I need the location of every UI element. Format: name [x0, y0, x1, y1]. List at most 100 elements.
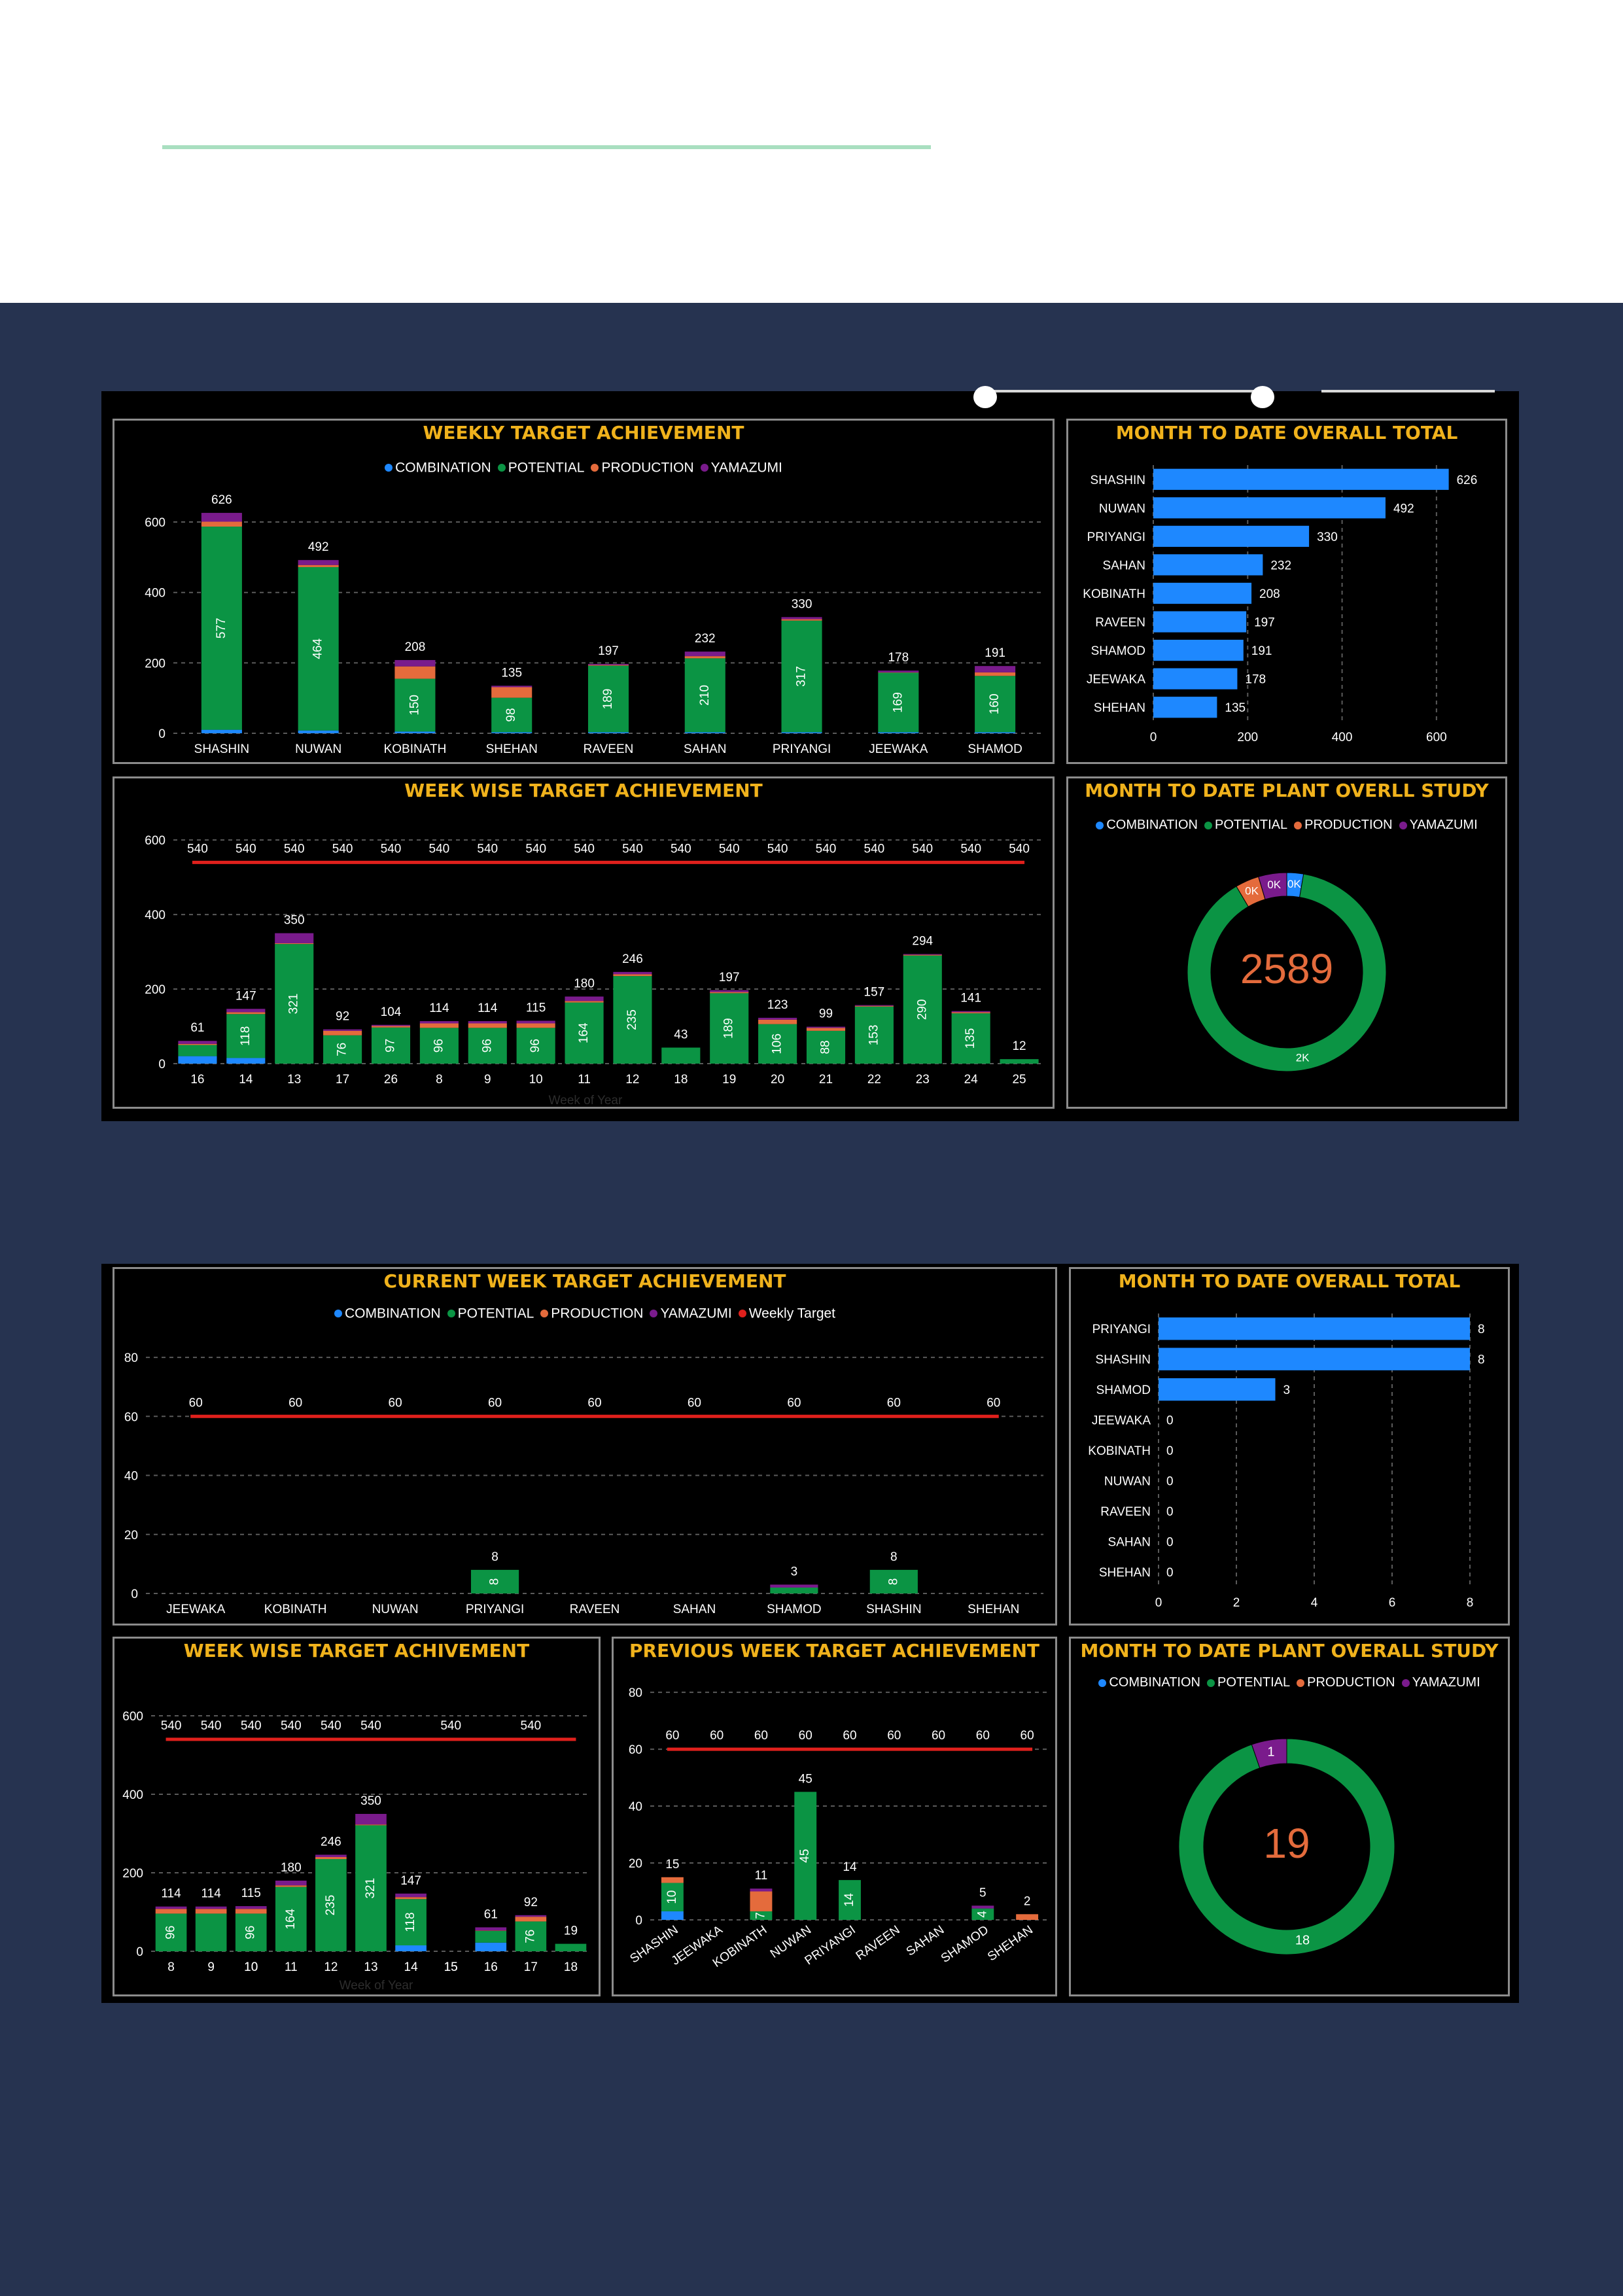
- bar-segment: [661, 1047, 701, 1064]
- target-label: 540: [521, 1719, 542, 1733]
- bar-total-label: 208: [405, 640, 426, 654]
- bar-segment: [587, 665, 629, 666]
- y-category-label: KOBINATH: [1083, 587, 1145, 601]
- bar-segment: [178, 1041, 217, 1044]
- week-wise-chart: 0200400600611611814714321350137692179710…: [145, 834, 1043, 1107]
- bar-segment: [516, 1023, 555, 1028]
- target-label: 540: [241, 1719, 262, 1733]
- x-tick-label: 400: [1332, 731, 1353, 744]
- bar-total-label: 180: [281, 1861, 302, 1875]
- bar-total-label: 492: [308, 540, 329, 554]
- mtd-total-panel-2: MONTH TO DATE OVERALL TOTAL 0 2 4 6 8 PRIYANG…: [1069, 1267, 1510, 1626]
- donut-center-value: 19: [1263, 1820, 1310, 1867]
- header-divider-line: [162, 145, 931, 149]
- target-label: 60: [488, 1396, 502, 1410]
- bar-segment: [854, 1005, 894, 1007]
- x-tick-label: 23: [916, 1073, 930, 1087]
- bar-inner-label: 14: [843, 1893, 856, 1907]
- bar-segment: [275, 1881, 307, 1886]
- bar-inner-label: 164: [284, 1909, 298, 1930]
- y-tick-label: 80: [629, 1686, 642, 1700]
- bar-segment: [806, 1026, 846, 1028]
- bar-segment: [315, 1857, 347, 1859]
- bar-segment: [565, 996, 604, 1001]
- bar-inner-label: 321: [364, 1878, 377, 1899]
- target-label: 60: [976, 1729, 990, 1743]
- target-label: 540: [236, 842, 256, 856]
- x-tick-label: 26: [384, 1073, 398, 1087]
- bar-segment: [878, 670, 919, 672]
- target-label: 60: [665, 1729, 679, 1743]
- bar-inner-label: 96: [529, 1039, 542, 1052]
- y-category-label: SHAMOD: [1091, 644, 1145, 658]
- x-tick-label: 17: [524, 1960, 538, 1974]
- y-category-label: SHASHIN: [1096, 1353, 1151, 1367]
- bar-total-label: 135: [501, 666, 522, 680]
- donut-slice-label: 1: [1267, 1745, 1274, 1759]
- bar-segment: [475, 1930, 507, 1943]
- target-label: 60: [887, 1396, 901, 1410]
- bar-segment: [661, 1877, 684, 1883]
- mtd-total-panel: MONTH TO DATE OVERALL TOTAL 0 200 400 600 SH…: [1066, 419, 1507, 764]
- bar-inner-label: 210: [698, 685, 712, 706]
- bar-segment: [475, 1942, 507, 1951]
- x-tick-label: 2: [1233, 1596, 1240, 1610]
- hbar-value-label: 3: [1283, 1383, 1291, 1397]
- x-tick-label: SAHAN: [684, 742, 726, 756]
- bar-segment: [750, 1891, 773, 1911]
- bar-total-label: 626: [211, 493, 232, 507]
- bar-total-label: 19: [564, 1924, 578, 1938]
- x-tick-label: 10: [244, 1960, 258, 1974]
- bar-inner-label: 189: [722, 1018, 736, 1039]
- slicer-handle-right[interactable]: [1251, 386, 1274, 408]
- plant-study-panel: MONTH TO DATE PLANT OVERLL STUDY COMBINA…: [1066, 776, 1507, 1109]
- y-tick-label: 20: [629, 1857, 642, 1871]
- slicer-handle-left[interactable]: [973, 386, 997, 408]
- week-wise-panel: WEEK WISE TARGET ACHIEVEMENT 0 200 400 600 6…: [113, 776, 1055, 1109]
- bar-segment: [878, 732, 919, 733]
- target-label: 540: [440, 1719, 461, 1733]
- hbar: [1153, 668, 1238, 689]
- y-tick-label: 600: [145, 834, 166, 848]
- x-tick-label: 0: [1155, 1596, 1162, 1610]
- bar-inner-label: 88: [819, 1040, 833, 1054]
- hbar-value-label: 208: [1259, 587, 1280, 601]
- bar-segment: [226, 1012, 266, 1015]
- bar-segment: [235, 1906, 267, 1909]
- x-axis-title: Week of Year: [549, 1094, 623, 1107]
- x-tick-label: KOBINATH: [264, 1603, 327, 1616]
- bar-inner-label: 4: [975, 1911, 989, 1918]
- week-wise-panel-2: WEEK WISE TARGET ACHIVEMENT 0 200 400 600 96…: [113, 1637, 601, 1996]
- bar-inner-label: 169: [891, 692, 905, 713]
- x-tick-label: 13: [364, 1960, 377, 1974]
- target-label: 60: [288, 1396, 302, 1410]
- bar-segment: [781, 732, 822, 733]
- y-category-label: JEEWAKA: [1092, 1414, 1151, 1428]
- y-tick-label: 0: [158, 727, 166, 741]
- bar-inner-label: 189: [601, 689, 615, 710]
- x-tick-label: 11: [578, 1073, 591, 1087]
- target-label: 540: [912, 842, 933, 856]
- bar-segment: [971, 1905, 994, 1909]
- bar-inner-label: 235: [625, 1009, 639, 1030]
- bar-segment: [903, 954, 942, 956]
- bar-inner-label: 7: [754, 1912, 767, 1919]
- target-label: 540: [960, 842, 981, 856]
- x-tick-label: RAVEEN: [854, 1923, 903, 1963]
- y-category-label: JEEWAKA: [1087, 673, 1145, 687]
- bar-segment: [854, 1005, 894, 1006]
- bar-segment: [903, 954, 942, 955]
- x-tick-label: 11: [285, 1960, 298, 1974]
- hbar-value-label: 8: [1478, 1323, 1485, 1336]
- bar-segment: [770, 1584, 818, 1588]
- bar-inner-label: 76: [523, 1930, 537, 1943]
- x-tick-label: 18: [674, 1073, 688, 1087]
- slicer-track[interactable]: [986, 390, 1263, 392]
- x-tick-label: PRIYANGI: [466, 1603, 524, 1616]
- bar-inner-label: 96: [480, 1039, 494, 1052]
- y-tick-label: 400: [145, 587, 166, 600]
- target-label: 540: [816, 842, 837, 856]
- bar-total-label: 157: [864, 986, 885, 1000]
- x-tick-label: SHAMOD: [767, 1603, 821, 1616]
- slicer-track-end: [1321, 390, 1495, 392]
